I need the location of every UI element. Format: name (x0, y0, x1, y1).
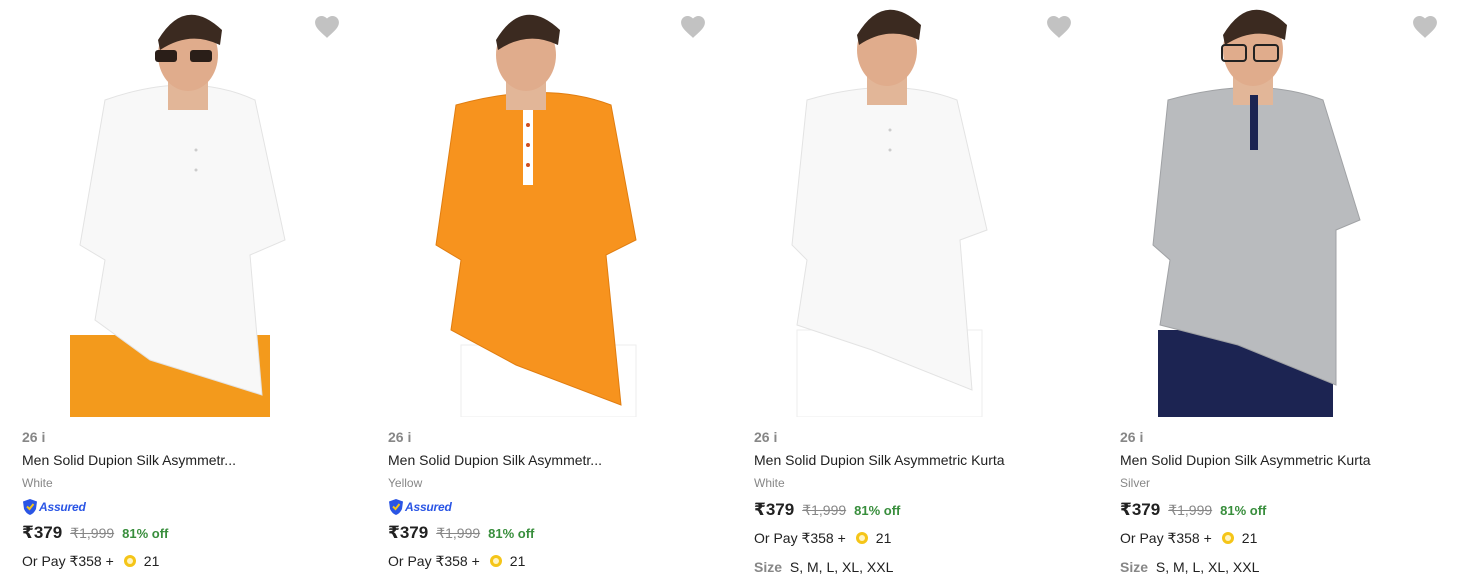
assured-badge: Assured (22, 498, 356, 516)
price-row: ₹379 ₹1,999 81% off (388, 523, 722, 545)
assured-label: Assured (405, 500, 452, 514)
coin-count: 21 (1241, 530, 1258, 546)
coin-icon (855, 532, 868, 544)
product-title[interactable]: Men Solid Dupion Silk Asymmetr... (22, 450, 356, 470)
shield-icon (389, 499, 403, 515)
heart-icon (681, 15, 705, 38)
coin-icon (1221, 532, 1234, 544)
size-label: Size (754, 559, 783, 575)
product-brand: 26 i (388, 429, 412, 445)
coin-offer: Or Pay ₹358 + 21 (388, 550, 722, 572)
coin-icon (489, 555, 502, 567)
selling-price: ₹379 (22, 523, 63, 542)
size-list: S, M, L, XL, XXL (789, 559, 894, 575)
coin-count: 21 (143, 553, 160, 569)
coin-count: 21 (509, 553, 526, 569)
product-image[interactable] (1098, 0, 1464, 417)
or-pay-text: Or Pay ₹358 + (754, 529, 846, 546)
or-pay-text: Or Pay ₹358 + (1120, 529, 1212, 546)
original-price: ₹1,999 (802, 502, 847, 518)
assured-label: Assured (39, 500, 86, 514)
coin-offer: Or Pay ₹358 + 21 (1120, 527, 1454, 549)
wishlist-button[interactable] (678, 11, 708, 41)
price-row: ₹379 ₹1,999 81% off (754, 500, 1088, 522)
discount-label: 81% off (488, 526, 535, 541)
price-row: ₹379 ₹1,999 81% off (1120, 500, 1454, 522)
product-card[interactable]: 26 i Men Solid Dupion Silk Asymmetr... Y… (366, 0, 732, 583)
product-color: White (22, 476, 53, 490)
wishlist-button[interactable] (312, 11, 342, 41)
size-info: Size S, M, L, XL, XXL (754, 559, 1088, 579)
product-color: Yellow (388, 476, 423, 490)
or-pay-text: Or Pay ₹358 + (22, 552, 114, 569)
size-list: S, M, L, XL, XXL (1155, 559, 1260, 575)
selling-price: ₹379 (1120, 500, 1161, 519)
original-price: ₹1,999 (1168, 502, 1213, 518)
selling-price: ₹379 (754, 500, 795, 519)
product-color: Silver (1120, 476, 1151, 490)
wishlist-button[interactable] (1410, 11, 1440, 41)
price-row: ₹379 ₹1,999 81% off (22, 523, 356, 545)
product-title[interactable]: Men Solid Dupion Silk Asymmetr... (388, 450, 722, 470)
size-info: Size S, M, L, XL, XXL (1120, 559, 1454, 579)
selling-price: ₹379 (388, 523, 429, 542)
original-price: ₹1,999 (436, 525, 481, 541)
discount-label: 81% off (1220, 503, 1267, 518)
shield-icon (23, 499, 37, 515)
product-brand: 26 i (22, 429, 46, 445)
product-card[interactable]: 26 i Men Solid Dupion Silk Asymmetr... W… (0, 0, 366, 583)
coin-icon (123, 555, 136, 567)
coin-offer: Or Pay ₹358 + 21 (22, 550, 356, 572)
product-brand: 26 i (754, 429, 778, 445)
original-price: ₹1,999 (70, 525, 115, 541)
product-image[interactable] (732, 0, 1098, 417)
product-card[interactable]: 26 i Men Solid Dupion Silk Asymmetric Ku… (1098, 0, 1464, 583)
product-color: White (754, 476, 785, 490)
product-grid: 26 i Men Solid Dupion Silk Asymmetr... W… (0, 0, 1465, 583)
wishlist-button[interactable] (1044, 11, 1074, 41)
product-card[interactable]: 26 i Men Solid Dupion Silk Asymmetric Ku… (732, 0, 1098, 583)
or-pay-text: Or Pay ₹358 + (388, 552, 480, 569)
product-image[interactable] (366, 0, 732, 417)
discount-label: 81% off (854, 503, 901, 518)
coin-offer: Or Pay ₹358 + 21 (754, 527, 1088, 549)
product-image[interactable] (0, 0, 366, 417)
size-label: Size (1120, 559, 1149, 575)
product-brand: 26 i (1120, 429, 1144, 445)
coin-count: 21 (875, 530, 892, 546)
product-title[interactable]: Men Solid Dupion Silk Asymmetric Kurta (1120, 450, 1454, 470)
heart-icon (1413, 15, 1437, 38)
heart-icon (315, 15, 339, 38)
heart-icon (1047, 15, 1071, 38)
assured-badge: Assured (388, 498, 722, 516)
product-title[interactable]: Men Solid Dupion Silk Asymmetric Kurta (754, 450, 1088, 470)
discount-label: 81% off (122, 526, 169, 541)
